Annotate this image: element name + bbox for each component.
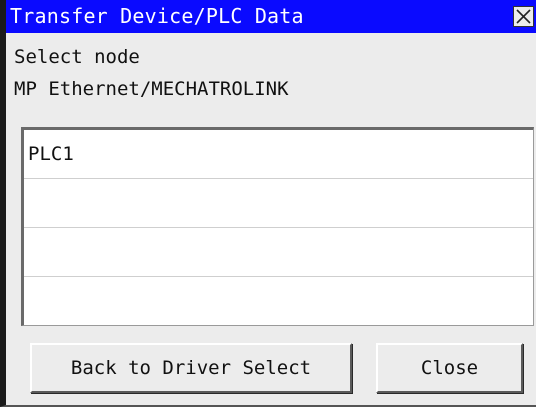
close-x-icon[interactable] xyxy=(513,6,534,27)
close-button[interactable]: Close xyxy=(376,343,523,393)
back-to-driver-select-button[interactable]: Back to Driver Select xyxy=(30,343,352,393)
window-title: Transfer Device/PLC Data xyxy=(10,4,304,28)
driver-name-label: MP Ethernet/MECHATROLINK xyxy=(14,78,289,100)
node-list-item[interactable] xyxy=(24,228,533,277)
node-list-item[interactable]: PLC1 xyxy=(24,130,533,179)
select-node-label: Select node xyxy=(14,46,140,68)
title-bar: Transfer Device/PLC Data xyxy=(6,0,536,33)
node-list-item[interactable] xyxy=(24,277,533,326)
node-list-item[interactable] xyxy=(24,179,533,228)
node-list: PLC1 xyxy=(21,127,534,326)
transfer-dialog: Transfer Device/PLC Data Select node MP … xyxy=(0,0,536,407)
